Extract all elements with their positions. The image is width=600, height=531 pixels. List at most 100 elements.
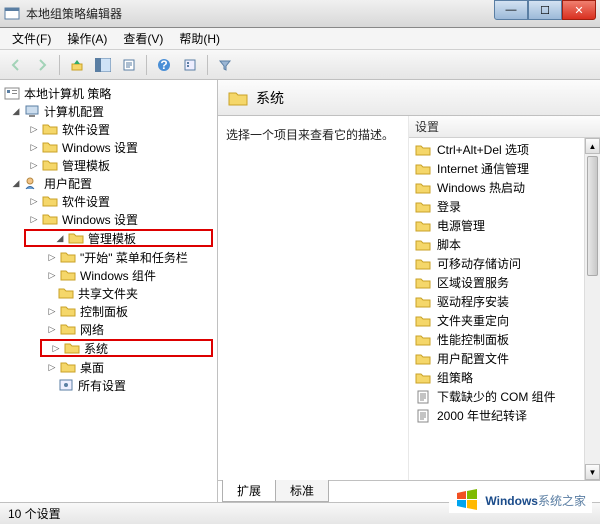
tree-network[interactable]: 网络 [80,321,104,338]
help-button[interactable]: ? [152,53,176,77]
document-icon [415,390,431,404]
properties-button[interactable] [178,53,202,77]
settings-icon [58,378,74,392]
toolbar: ? [0,50,600,80]
list-item-label: 可移动存储访问 [437,255,521,272]
scroll-down-button[interactable]: ▼ [585,464,600,480]
list-item[interactable]: 2000 年世纪转译 [409,406,600,425]
expander-icon[interactable]: ◢ [54,232,66,244]
list-item[interactable]: Windows 热启动 [409,178,600,197]
filter-button[interactable] [213,53,237,77]
toolbar-separator [146,55,147,75]
list-item[interactable]: Internet 通信管理 [409,159,600,178]
tree-start-menu[interactable]: "开始" 菜单和任务栏 [80,249,188,266]
maximize-button[interactable]: ☐ [528,0,562,20]
expander-icon[interactable]: ▷ [46,269,58,281]
minimize-button[interactable]: — [494,0,528,20]
tree-user-config[interactable]: 用户配置 [44,175,92,192]
user-icon [24,176,40,190]
folder-icon [42,212,58,226]
expander-icon[interactable]: ◢ [10,177,22,189]
expander-icon[interactable]: ▷ [28,159,40,171]
tree-cc-windows[interactable]: Windows 设置 [62,139,138,156]
up-button[interactable] [65,53,89,77]
tree-shared-folders[interactable]: 共享文件夹 [78,285,138,302]
tree-computer-config[interactable]: 计算机配置 [44,103,104,120]
list-item-label: Windows 热启动 [437,179,525,196]
list-item[interactable]: 文件夹重定向 [409,311,600,330]
tree-pane: 本地计算机 策略 ◢计算机配置 ▷软件设置 ▷Windows 设置 ▷管理模板 … [0,80,218,502]
list-item[interactable]: 驱动程序安装 [409,292,600,311]
document-icon [415,409,431,423]
expander-icon[interactable]: ▷ [28,213,40,225]
folder-icon [68,231,84,245]
folder-icon [415,219,431,233]
windows-logo-icon [455,489,479,511]
tree-uc-admin[interactable]: 管理模板 [88,230,136,247]
toolbar-separator [207,55,208,75]
expander-icon[interactable]: ▷ [46,323,58,335]
tree-desktop[interactable]: 桌面 [80,359,104,376]
folder-icon [415,276,431,290]
tree-uc-windows[interactable]: Windows 设置 [62,211,138,228]
list-item[interactable]: 性能控制面板 [409,330,600,349]
tree-root[interactable]: 本地计算机 策略 [24,85,111,102]
folder-icon [415,162,431,176]
expander-icon[interactable]: ▷ [46,251,58,263]
tree-cc-admin[interactable]: 管理模板 [62,157,110,174]
folder-icon [415,181,431,195]
tree-windows-comp[interactable]: Windows 组件 [80,267,156,284]
list-item[interactable]: 可移动存储访问 [409,254,600,273]
back-button[interactable] [4,53,28,77]
tree-control-panel[interactable]: 控制面板 [80,303,128,320]
expander-icon[interactable]: ▷ [28,141,40,153]
expander-icon[interactable]: ▷ [46,305,58,317]
expander-icon[interactable]: ◢ [10,105,22,117]
tree-cc-software[interactable]: 软件设置 [62,121,110,138]
list-item[interactable]: 电源管理 [409,216,600,235]
menu-file[interactable]: 文件(F) [4,30,59,47]
tab-extended[interactable]: 扩展 [222,480,276,502]
show-hide-tree-button[interactable] [91,53,115,77]
menu-help[interactable]: 帮助(H) [171,30,228,47]
tab-standard[interactable]: 标准 [275,480,329,502]
expander-icon[interactable]: ▷ [28,123,40,135]
folder-icon [415,257,431,271]
list-item[interactable]: Ctrl+Alt+Del 选项 [409,140,600,159]
list-item-label: 下载缺少的 COM 组件 [437,388,556,405]
expander-icon[interactable]: ▷ [46,361,58,373]
export-list-button[interactable] [117,53,141,77]
vertical-scrollbar[interactable]: ▲ ▼ [584,138,600,480]
menu-action[interactable]: 操作(A) [59,30,115,47]
brand-rest: 系统之家 [538,494,586,508]
list-item-label: 文件夹重定向 [437,312,509,329]
close-button[interactable]: ✕ [562,0,596,20]
list-item[interactable]: 下载缺少的 COM 组件 [409,387,600,406]
expander-icon[interactable]: ▷ [28,195,40,207]
column-header-settings[interactable]: 设置 [409,116,600,138]
folder-icon [415,371,431,385]
list-item[interactable]: 组策略 [409,368,600,387]
tree-system[interactable]: 系统 [84,340,108,357]
scroll-thumb[interactable] [587,156,598,276]
forward-button[interactable] [30,53,54,77]
list-item[interactable]: 脚本 [409,235,600,254]
detail-header: 系统 [218,80,600,116]
menu-view[interactable]: 查看(V) [115,30,171,47]
folder-icon [415,333,431,347]
scroll-up-button[interactable]: ▲ [585,138,600,154]
expander-icon[interactable]: ▷ [50,342,62,354]
list-item[interactable]: 区域设置服务 [409,273,600,292]
folder-icon [415,200,431,214]
content-area: 本地计算机 策略 ◢计算机配置 ▷软件设置 ▷Windows 设置 ▷管理模板 … [0,80,600,502]
tree-all-settings[interactable]: 所有设置 [78,377,126,394]
watermark: Windows系统之家 [449,487,592,513]
list-item[interactable]: 登录 [409,197,600,216]
folder-icon [60,360,76,374]
right-pane: 系统 选择一个项目来查看它的描述。 设置 Ctrl+Alt+Del 选项Inte… [218,80,600,502]
list-item[interactable]: 用户配置文件 [409,349,600,368]
folder-icon [58,286,74,300]
folder-icon [415,352,431,366]
tree-uc-software[interactable]: 软件设置 [62,193,110,210]
list-item-label: Internet 通信管理 [437,160,529,177]
